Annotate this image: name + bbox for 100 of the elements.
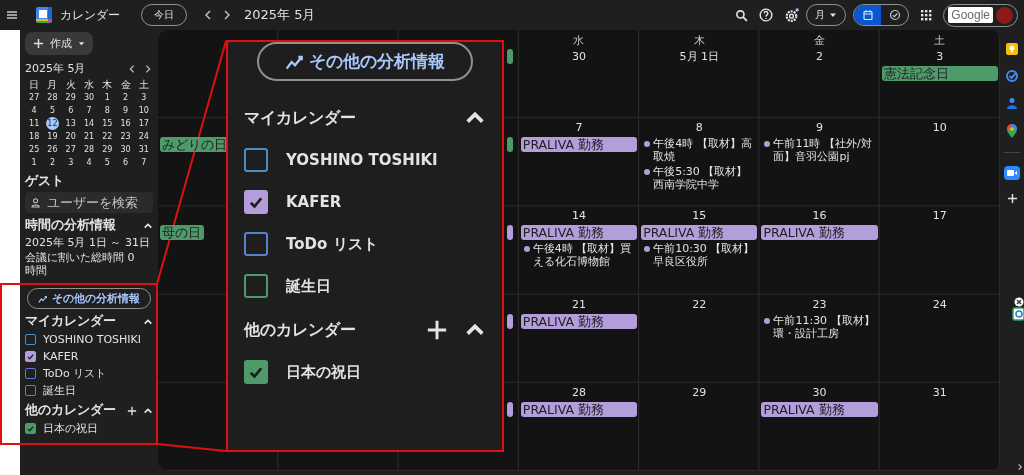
mini-calendar-day[interactable]: 28 [45, 91, 59, 104]
mini-calendar-day[interactable]: 1 [27, 156, 41, 169]
mini-calendar-day[interactable]: 4 [27, 104, 41, 117]
event-chip[interactable]: PRALIVA 勤務 [520, 401, 638, 417]
checkbox[interactable] [25, 385, 36, 396]
mini-calendar-day[interactable]: 3 [137, 91, 151, 104]
extension-icon[interactable] [1012, 297, 1024, 321]
mini-calendar-day[interactable]: 11 [27, 117, 41, 130]
event-title[interactable]: 午後4時 【取材】高取焼 [653, 137, 758, 164]
help-icon[interactable] [759, 8, 774, 22]
mini-calendar-day[interactable]: 12 [45, 117, 59, 130]
mini-calendar-day[interactable]: 30 [82, 91, 96, 104]
user-search-field[interactable]: ユーザーを検索 [25, 192, 153, 213]
day-number[interactable]: 14 [572, 209, 586, 224]
day-number[interactable]: 21 [572, 297, 586, 312]
day-number[interactable]: 30 [812, 385, 827, 400]
more-insights-button[interactable]: その他の分析情報 [257, 42, 473, 81]
event-chip[interactable] [506, 137, 513, 153]
day-number[interactable]: 3 [936, 50, 944, 64]
mini-calendar-day[interactable]: 9 [119, 104, 133, 117]
apps-grid-icon[interactable] [920, 9, 933, 21]
mini-calendar-day[interactable]: 27 [27, 91, 41, 104]
task-check-icon[interactable] [1005, 69, 1019, 83]
mini-calendar-day[interactable]: 24 [137, 130, 151, 143]
mini-calendar-day[interactable]: 30 [119, 143, 133, 156]
checkbox[interactable] [244, 148, 268, 172]
mini-calendar-day[interactable]: 10 [137, 104, 151, 117]
event-title[interactable]: 午後4時 【取材】買える化石博物館 [532, 242, 638, 269]
mini-calendar-day[interactable]: 2 [45, 156, 59, 169]
checkbox[interactable] [244, 232, 268, 256]
day-number[interactable]: 8 [695, 121, 703, 136]
day-number[interactable]: 5月 1日 [679, 50, 720, 64]
day-number[interactable]: 28 [572, 385, 586, 400]
mini-calendar-day[interactable]: 16 [119, 117, 133, 130]
plus-icon[interactable] [127, 405, 137, 416]
menu-icon[interactable] [6, 9, 18, 21]
mini-calendar-day[interactable]: 31 [137, 143, 151, 156]
mini-calendar-day[interactable]: 28 [82, 143, 96, 156]
mini-calendar-day[interactable]: 15 [100, 117, 114, 130]
event-chip[interactable]: PRALIVA 勤務 [761, 225, 878, 241]
mini-calendar-day[interactable]: 26 [45, 143, 59, 156]
event-chip[interactable] [506, 313, 513, 329]
mini-calendar-day[interactable]: 27 [64, 143, 78, 156]
mini-calendar-day[interactable]: 13 [64, 117, 78, 130]
checkbox[interactable] [25, 351, 36, 362]
search-icon[interactable] [735, 8, 749, 22]
chevron-right-icon[interactable] [1016, 463, 1024, 471]
mini-calendar-day[interactable]: 5 [100, 156, 114, 169]
event-title[interactable]: 午前10:30 【取材】早良区役所 [653, 242, 758, 269]
checkbox[interactable] [25, 334, 36, 345]
day-number[interactable]: 2 [816, 50, 824, 64]
day-number[interactable]: 22 [692, 297, 707, 312]
calendar-view-button[interactable] [854, 5, 882, 25]
checkbox[interactable] [244, 274, 268, 298]
day-number[interactable]: 17 [932, 209, 947, 224]
mini-calendar-day[interactable]: 22 [100, 130, 114, 143]
chevron-right-icon[interactable] [143, 63, 153, 74]
checkbox[interactable] [244, 360, 268, 384]
mini-calendar-day[interactable]: 19 [45, 130, 59, 143]
day-number[interactable]: 31 [932, 385, 947, 400]
mini-calendar-day[interactable]: 7 [137, 156, 151, 169]
mini-calendar-day[interactable]: 8 [100, 104, 114, 117]
day-number[interactable]: 9 [816, 121, 824, 136]
event-title[interactable]: 午前11:30 【取材】環・設計工房 [773, 313, 878, 340]
event-chip[interactable] [506, 49, 513, 64]
person-icon[interactable] [1005, 96, 1019, 110]
mini-calendar-day[interactable]: 23 [119, 130, 133, 143]
event-chip[interactable]: PRALIVA 勤務 [520, 137, 638, 153]
mini-calendar-day[interactable]: 25 [27, 143, 41, 156]
event-chip[interactable]: PRALIVA 勤務 [520, 225, 638, 241]
note-icon[interactable] [1005, 42, 1019, 56]
event-chip[interactable]: 母の日 [160, 225, 204, 241]
checkbox[interactable] [244, 190, 268, 214]
event-chip[interactable] [506, 401, 513, 417]
create-button[interactable]: 作成 [25, 32, 93, 55]
chevron-left-icon[interactable] [127, 63, 137, 74]
event-chip[interactable]: PRALIVA 勤務 [641, 225, 758, 241]
day-number[interactable]: 23 [812, 297, 827, 312]
day-number[interactable]: 29 [692, 385, 707, 400]
mini-calendar-day[interactable]: 20 [64, 130, 78, 143]
mini-calendar-day[interactable]: 18 [27, 130, 41, 143]
event-chip[interactable] [506, 225, 513, 241]
mini-calendar-day[interactable]: 29 [64, 91, 78, 104]
plus-icon[interactable] [426, 319, 448, 341]
mini-calendar-day[interactable]: 14 [82, 117, 96, 130]
event-title[interactable]: 午前11時 【社外/対面】音羽公園pj [773, 137, 878, 164]
mini-calendar-day[interactable]: 4 [82, 156, 96, 169]
mini-calendar-day[interactable]: 17 [137, 117, 151, 130]
mini-calendar-day[interactable]: 2 [119, 91, 133, 104]
day-number[interactable]: 7 [575, 121, 583, 136]
mini-calendar-day[interactable]: 5 [45, 104, 59, 117]
day-number[interactable]: 16 [812, 209, 827, 224]
mini-calendar-day[interactable]: 21 [82, 130, 96, 143]
mini-calendar-day[interactable]: 6 [119, 156, 133, 169]
event-chip[interactable]: 憲法記念日 [881, 66, 998, 81]
day-number[interactable]: 15 [692, 209, 707, 224]
mini-calendar-day[interactable]: 6 [64, 104, 78, 117]
event-title[interactable]: 午後5:30 【取材】西南学院中学 [653, 165, 758, 192]
checkbox[interactable] [25, 368, 36, 379]
event-chip[interactable]: PRALIVA 勤務 [520, 313, 638, 329]
